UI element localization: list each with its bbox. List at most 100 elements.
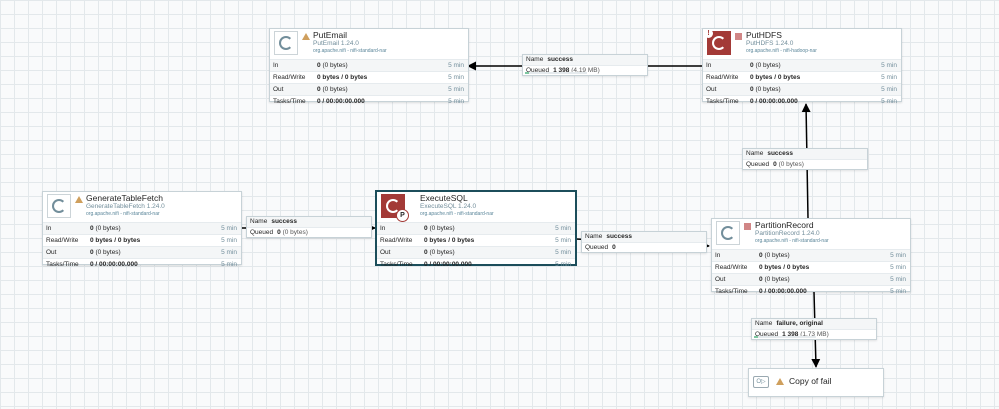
conn-relationship: failure, original — [776, 320, 823, 327]
conn-relationship: success — [547, 56, 574, 63]
processor-type: ExecuteSQL 1.24.0 — [420, 203, 477, 210]
processor-icon — [716, 221, 740, 245]
stat-tasks-time: 0 / 00:00:00.000 — [759, 288, 807, 295]
stat-read-write: 0 bytes / 0 bytes — [750, 74, 801, 81]
processor-stats: In 0 (0 bytes) 5 min Read/Write 0 bytes / 0… — [712, 249, 910, 297]
conn-queued-count: 0 — [612, 244, 616, 251]
processor-name: PartitionRecord — [755, 220, 814, 230]
stat-label-in: In — [706, 62, 712, 69]
invalid-badge-icon: ! — [704, 29, 713, 38]
processor-bundle: org.apache.nifi - nifi-standard-nar — [420, 211, 494, 217]
processor-stats: In 0 (0 bytes) 5 min Read/Write 0 bytes / 0… — [703, 59, 901, 107]
connection-label-hdfs-to-email[interactable]: Name success Queued 1 398 (4,19 MB) — [522, 54, 648, 76]
stat-label-tasks-time: Tasks/Time — [46, 261, 79, 268]
connection-label-partition-to-hdfs[interactable]: Name success Queued 0 (0 bytes) — [742, 148, 868, 170]
processor-icon: ! — [704, 29, 731, 55]
stat-read-write: 0 bytes / 0 bytes — [90, 237, 141, 244]
primary-node-badge: P — [396, 209, 409, 222]
queue-progress-bar — [525, 72, 587, 74]
connection-label-partition-to-funnel[interactable]: Name failure, original Queued 1 398 (1,73 … — [751, 318, 877, 340]
processor-stats: In 0 (0 bytes) 5 min Read/Write 0 bytes / 0… — [270, 59, 468, 107]
output-port-name: Copy of fail — [789, 376, 832, 386]
stat-label-tasks-time: Tasks/Time — [715, 288, 748, 295]
conn-queued-count: 0 — [773, 161, 777, 168]
processor-icon: P — [381, 194, 409, 222]
processor-type: PutHDFS 1.24.0 — [746, 40, 794, 47]
stat-label-tasks-time: Tasks/Time — [380, 261, 413, 268]
stat-read-write: 0 bytes / 0 bytes — [317, 74, 368, 81]
stat-tasks-time: 0 / 00:00:00.000 — [317, 98, 365, 105]
stopped-icon[interactable] — [744, 223, 751, 230]
stat-read-write: 0 bytes / 0 bytes — [759, 264, 810, 271]
stat-label-in: In — [380, 225, 386, 232]
processor-type: PartitionRecord 1.24.0 — [755, 230, 820, 237]
processor-bundle: org.apache.nifi - nifi-hadoop-nar — [746, 48, 817, 54]
conn-queued-size: (0 bytes) — [778, 161, 804, 168]
stat-label-read-write: Read/Write — [706, 74, 739, 81]
conn-relationship: success — [767, 150, 794, 157]
processor-putemail[interactable]: PutEmail PutEmail 1.24.0 org.apache.nifi… — [269, 28, 469, 105]
processor-partitionrecord[interactable]: PartitionRecord PartitionRecord 1.24.0 o… — [711, 218, 911, 295]
processor-stats: In 0 (0 bytes) 5 min Read/Write 0 bytes / 0… — [377, 222, 575, 270]
stat-tasks-time: 0 / 00:00:00.000 — [750, 98, 798, 105]
processor-type: PutEmail 1.24.0 — [313, 40, 359, 47]
stat-out: 0 (0 bytes) — [317, 86, 348, 93]
stat-label-out: Out — [46, 249, 57, 256]
stat-window: 5 min — [448, 62, 464, 69]
processor-bundle: org.apache.nifi - nifi-standard-nar — [86, 211, 160, 217]
stat-tasks-time: 0 / 00:00:00.000 — [90, 261, 138, 268]
stat-out: 0 (0 bytes) — [90, 249, 121, 256]
processor-type: GenerateTableFetch 1.24.0 — [86, 203, 165, 210]
processor-puthdfs[interactable]: ! PutHDFS PutHDFS 1.24.0 org.apache.nifi… — [702, 28, 902, 105]
stat-tasks-time: 0 / 00:00:00.000 — [424, 261, 472, 268]
warning-icon[interactable] — [776, 378, 784, 385]
stat-label-out: Out — [273, 86, 284, 93]
conn-name-label: Name — [755, 320, 773, 327]
connection-label-exec-to-partition[interactable]: Name success Queued 0 — [581, 231, 707, 253]
queue-progress-bar — [754, 336, 816, 338]
stat-out: 0 (0 bytes) — [750, 86, 781, 93]
stat-in: 0 (0 bytes) — [750, 62, 781, 69]
conn-name-label: Name — [250, 218, 268, 225]
conn-relationship: success — [271, 218, 298, 225]
stat-label-in: In — [273, 62, 279, 69]
stat-label-out: Out — [715, 276, 726, 283]
output-port-copy-of-fail[interactable]: O▷ Copy of fail — [748, 368, 884, 397]
stat-label-read-write: Read/Write — [380, 237, 413, 244]
conn-queued-size: (0 bytes) — [282, 229, 308, 236]
warning-icon[interactable] — [75, 196, 83, 203]
processor-name: ExecuteSQL — [420, 193, 468, 203]
processor-generatetablefetch[interactable]: GenerateTableFetch GenerateTableFetch 1.… — [42, 191, 242, 268]
stopped-icon[interactable] — [735, 33, 742, 40]
processor-bundle: org.apache.nifi - nifi-standard-nar — [755, 238, 829, 244]
conn-name-label: Name — [585, 233, 603, 240]
output-port-icon: O▷ — [753, 376, 769, 388]
stat-label-in: In — [46, 225, 52, 232]
flow-canvas[interactable]: PutEmail PutEmail 1.24.0 org.apache.nifi… — [0, 0, 999, 409]
processor-name: PutEmail — [313, 30, 348, 40]
conn-name-label: Name — [526, 56, 544, 63]
warning-icon[interactable] — [302, 33, 310, 40]
stat-label-read-write: Read/Write — [273, 74, 306, 81]
processor-icon — [47, 194, 71, 218]
stat-out: 0 (0 bytes) — [424, 249, 455, 256]
processor-stats: In 0 (0 bytes) 5 min Read/Write 0 bytes / 0… — [43, 222, 241, 270]
connection-label-gtf-to-exec[interactable]: Name success Queued 0 (0 bytes) — [246, 216, 372, 238]
stat-in: 0 (0 bytes) — [759, 252, 790, 259]
stat-label-tasks-time: Tasks/Time — [273, 98, 306, 105]
stat-read-write: 0 bytes / 0 bytes — [424, 237, 475, 244]
conn-queued-label: Queued — [746, 161, 770, 168]
stat-label-out: Out — [380, 249, 391, 256]
conn-relationship: success — [606, 233, 633, 240]
stat-out: 0 (0 bytes) — [759, 276, 790, 283]
stat-label-read-write: Read/Write — [46, 237, 79, 244]
stat-label-tasks-time: Tasks/Time — [706, 98, 739, 105]
processor-executesql[interactable]: P ExecuteSQL ExecuteSQL 1.24.0 org.apach… — [376, 191, 576, 268]
conn-queued-count: 0 — [277, 229, 281, 236]
stat-label-out: Out — [706, 86, 717, 93]
stat-label-in: In — [715, 252, 721, 259]
processor-bundle: org.apache.nifi - nifi-standard-nar — [313, 48, 387, 54]
stat-in: 0 (0 bytes) — [424, 225, 455, 232]
conn-queued-label: Queued — [250, 229, 274, 236]
stat-in: 0 (0 bytes) — [90, 225, 121, 232]
